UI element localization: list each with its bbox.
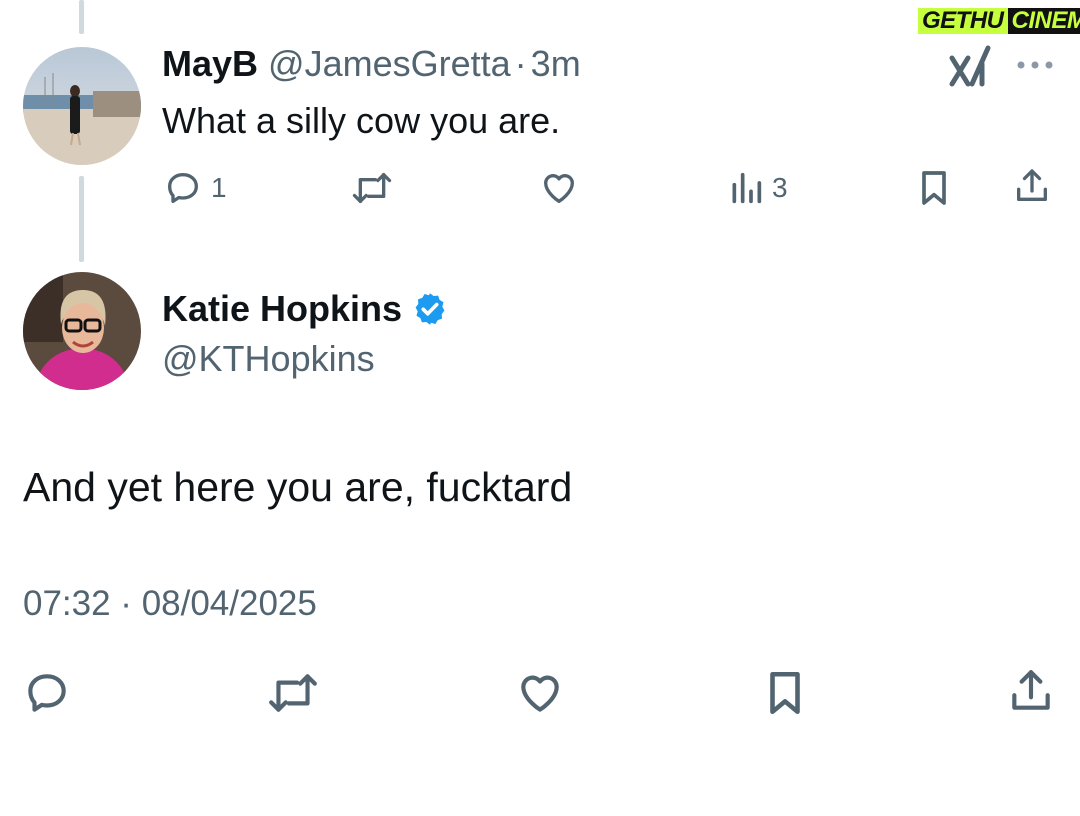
heart-icon xyxy=(521,675,559,712)
main-retweet-button[interactable] xyxy=(266,668,320,718)
view-count: 3 xyxy=(772,172,788,203)
comment-icon xyxy=(168,173,198,203)
watermark-part2: CINEMA xyxy=(1007,8,1080,34)
watermark-part1: GETHU xyxy=(918,8,1008,34)
thread-line-top xyxy=(79,0,84,34)
reply-views-button[interactable]: 3 xyxy=(728,168,788,208)
comment-icon xyxy=(28,674,66,712)
reply-like-button[interactable] xyxy=(538,168,580,208)
reply-retweet-button[interactable] xyxy=(350,168,394,208)
share-icon xyxy=(1012,670,1050,710)
bookmark-icon xyxy=(922,171,946,205)
grok-icon[interactable] xyxy=(948,44,992,93)
main-handle[interactable]: @KTHopkins xyxy=(162,338,375,380)
main-timestamp[interactable]: 07:32 · 08/04/2025 xyxy=(23,584,317,624)
heart-icon xyxy=(544,174,574,203)
watermark-logo: GETHU CINEMA xyxy=(918,8,1080,34)
reply-bookmark-button[interactable] xyxy=(916,168,952,208)
thread-line-bottom xyxy=(79,176,84,262)
verified-badge-icon xyxy=(415,293,445,325)
reply-handle[interactable]: @JamesGretta xyxy=(268,43,511,84)
main-tweet-text: And yet here you are, fucktard xyxy=(23,464,573,510)
avatar[interactable] xyxy=(23,47,141,165)
more-options-icon[interactable] xyxy=(1016,58,1054,76)
reply-count: 1 xyxy=(211,172,227,203)
main-display-name[interactable]: Katie Hopkins xyxy=(162,288,402,330)
main-like-button[interactable] xyxy=(514,668,566,718)
reply-separator: · xyxy=(514,43,527,84)
avatar[interactable] xyxy=(23,272,141,390)
main-share-button[interactable] xyxy=(1006,666,1056,716)
reply-text: What a silly cow you are. xyxy=(162,100,561,141)
reply-share-button[interactable] xyxy=(1012,166,1052,206)
main-bookmark-button[interactable] xyxy=(763,668,807,718)
reply-display-name[interactable]: MayB xyxy=(162,43,258,84)
share-icon xyxy=(1017,169,1047,201)
analytics-icon xyxy=(732,172,762,204)
reply-time[interactable]: 3m xyxy=(531,43,581,84)
main-comment-button[interactable] xyxy=(22,668,72,718)
retweet-icon xyxy=(269,674,317,712)
reply-comment-button[interactable]: 1 xyxy=(163,168,227,208)
bookmark-icon xyxy=(770,671,800,715)
retweet-icon xyxy=(352,173,392,203)
